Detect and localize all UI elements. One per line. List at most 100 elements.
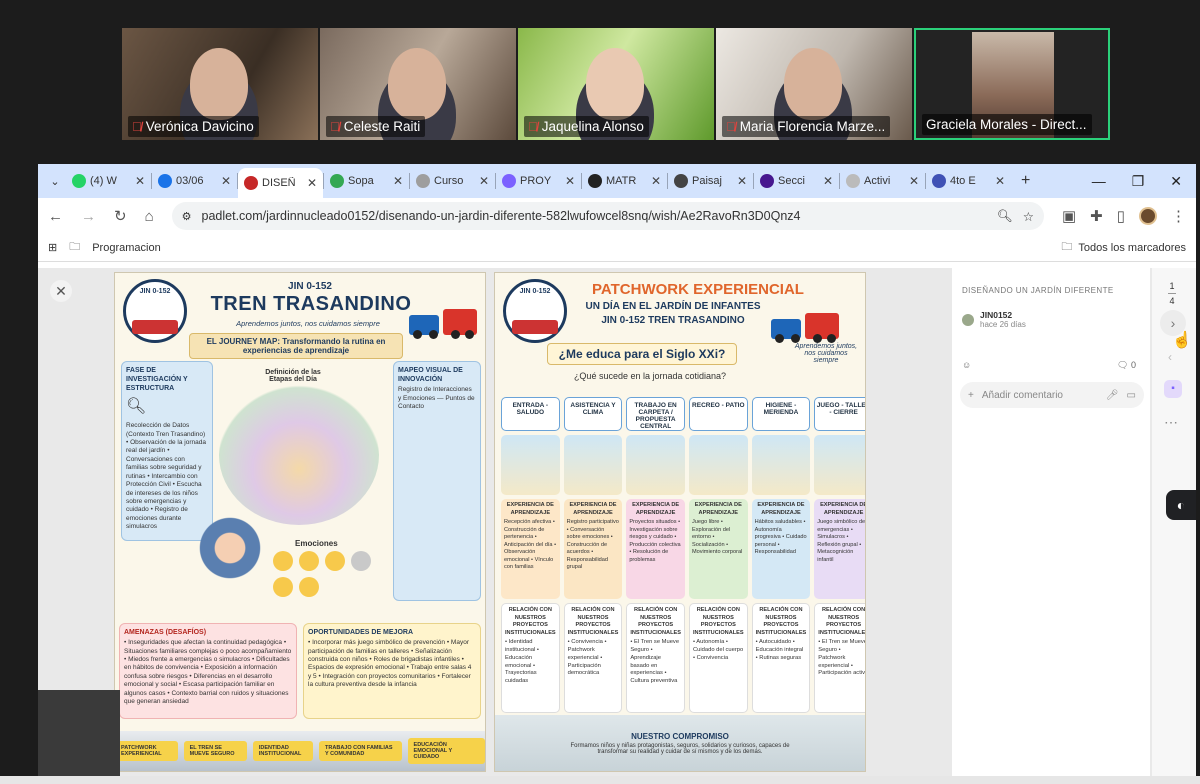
browser-tab[interactable]: PROY ✕	[496, 168, 581, 194]
new-tab-button[interactable]: +	[1011, 172, 1040, 190]
browser-tab[interactable]: Paisaj ✕	[668, 168, 753, 194]
close-tab-icon[interactable]: ✕	[565, 174, 575, 188]
browser-tab[interactable]: Sopa ✕	[324, 168, 409, 194]
poster-patchwork-experiencial[interactable]: JIN 0-152 PATCHWORK EXPERIENCIAL UN DÍA …	[494, 272, 866, 772]
column-illustration	[751, 435, 811, 495]
participant-video	[388, 48, 446, 120]
poster-tren-trasandino[interactable]: JIN 0-152 JIN 0-152 TREN TRASANDINO Apre…	[114, 272, 486, 772]
close-post-button[interactable]: ✕	[50, 280, 72, 302]
extension-icon[interactable]: ▣	[1062, 207, 1076, 225]
magnifier-icon: 🔍︎	[126, 398, 147, 416]
etapas-label: Definición de las Etapas del Día	[265, 369, 321, 383]
previous-post-button[interactable]: ‹	[1168, 350, 1172, 364]
url-text[interactable]: padlet.com/jardinnucleado0152/disenando-…	[202, 209, 987, 223]
day-column: JUEGO - TALLER - CIERRE EXPERIENCIA DE AP…	[814, 397, 865, 713]
comment-input[interactable]: + Añadir comentario 🎤︎ ▭	[960, 382, 1144, 408]
close-window-icon[interactable]: ✕	[1170, 173, 1182, 190]
minimize-icon[interactable]: —	[1092, 173, 1106, 190]
participant-tile-active-speaker[interactable]: Graciela Morales - Direct...	[914, 28, 1110, 140]
add-reaction-icon[interactable]: ☺	[962, 360, 971, 371]
tab-label: PROY	[520, 175, 552, 187]
close-tab-icon[interactable]: ✕	[221, 174, 231, 188]
tab-label: MATR	[606, 175, 637, 187]
close-tab-icon[interactable]: ✕	[651, 174, 661, 188]
experience-box: EXPERIENCIA DE APRENDIZAJE Proyectos situ…	[626, 499, 685, 599]
mouse-pointer-icon: ☝	[1172, 332, 1192, 349]
close-tab-icon[interactable]: ✕	[307, 176, 317, 190]
experience-box: EXPERIENCIA DE APRENDIZAJE Registro parti…	[563, 499, 623, 599]
comment-placeholder[interactable]: Añadir comentario	[982, 390, 1098, 401]
poster-tagline: Aprendemos juntos, nos cuidamos siempre	[794, 343, 858, 364]
tab-search-icon[interactable]: ⌄	[44, 175, 66, 188]
bookmark-star-icon[interactable]: ☆	[1023, 209, 1034, 224]
emoji-icon	[351, 551, 371, 571]
all-bookmarks[interactable]: 🗀 Todos los marcadores	[1061, 238, 1186, 257]
microphone-icon[interactable]: 🎤︎	[1106, 390, 1119, 401]
close-tab-icon[interactable]: ✕	[909, 174, 919, 188]
emociones-label: Emociones	[295, 539, 338, 548]
more-options-icon[interactable]: ⋯	[1164, 414, 1178, 431]
participant-tile[interactable]: 🎙̸ Jaquelina Alonso	[518, 28, 714, 140]
train-icon	[512, 320, 558, 334]
close-tab-icon[interactable]: ✕	[393, 174, 403, 188]
floating-widget-icon[interactable]: ◐	[1166, 490, 1196, 520]
browser-tab[interactable]: 03/06 ✕	[152, 168, 237, 194]
sidebar-icon[interactable]: ▯	[1117, 207, 1125, 225]
tab-strip: ⌄ (4) W ✕ 03/06 ✕ DISEÑ ✕ Sopa ✕ Curso ✕ PROY ✕ MATR…	[38, 164, 1196, 198]
puzzle-icon[interactable]: ✚	[1090, 207, 1103, 225]
tab-label: Sopa	[348, 175, 374, 187]
forward-icon[interactable]: →	[81, 208, 96, 225]
close-tab-icon[interactable]: ✕	[737, 174, 747, 188]
participant-tile[interactable]: 🎙̸ Celeste Raiti	[320, 28, 516, 140]
reload-icon[interactable]: ↻	[114, 207, 127, 225]
poster-footer-strip: PATCHWORK EXPERIENCIAL EL TREN SE MUEVE …	[115, 731, 485, 771]
question-subtitle: ¿Qué sucede en la jornada cotidiana?	[573, 371, 727, 381]
add-attachment-icon[interactable]: +	[968, 390, 974, 401]
column-heading: ENTRADA - SALUDO	[501, 397, 560, 431]
column-heading: HIGIENE - MERIENDA	[751, 397, 811, 431]
emoji-icon	[325, 551, 345, 571]
restore-icon[interactable]: ❐	[1132, 173, 1145, 190]
apps-grid-icon[interactable]: ⊞	[48, 241, 57, 254]
tab-list: (4) W ✕ 03/06 ✕ DISEÑ ✕ Sopa ✕ Curso ✕ PROY ✕ MATR ✕ P…	[66, 164, 1011, 198]
home-icon[interactable]: ⌂	[145, 208, 154, 225]
emotions-faces	[273, 551, 381, 597]
bookmark-folder-programacion[interactable]: Programacion	[92, 242, 160, 254]
address-bar[interactable]: ⚙ padlet.com/jardinnucleado0152/disenand…	[171, 202, 1044, 230]
tab-favicon-icon	[244, 176, 258, 190]
back-icon[interactable]: ←	[48, 208, 63, 225]
participant-tile[interactable]: 🎙̸ Maria Florencia Marze...	[716, 28, 912, 140]
participant-tile[interactable]: 🎙̸ Verónica Davicino	[122, 28, 318, 140]
menu-kebab-icon[interactable]: ⋮	[1171, 207, 1186, 225]
muted-mic-icon: 🎙̸	[528, 119, 538, 134]
participant-name-label: 🎙̸ Jaquelina Alonso	[524, 116, 649, 137]
browser-tab[interactable]: (4) W ✕	[66, 168, 151, 194]
close-tab-icon[interactable]: ✕	[823, 174, 833, 188]
tab-label: 4to E	[950, 175, 976, 187]
tab-favicon-icon	[674, 174, 688, 188]
relation-box: RELACIÓN CON NUESTROS PROYECTOS INSTITUC…	[751, 603, 811, 713]
participant-video	[586, 48, 644, 120]
browser-tab[interactable]: Activi ✕	[840, 168, 925, 194]
close-tab-icon[interactable]: ✕	[479, 174, 489, 188]
browser-tab[interactable]: 4to E ✕	[926, 168, 1011, 194]
browser-tab[interactable]: Secci ✕	[754, 168, 839, 194]
browser-tab[interactable]: Curso ✕	[410, 168, 495, 194]
zoom-icon[interactable]: 🔍︎	[997, 209, 1013, 224]
column-heading: JUEGO - TALLER - CIERRE	[814, 397, 865, 431]
participant-video	[190, 48, 248, 120]
poster-subtitle: UN DÍA EN EL JARDÍN DE INFANTES	[585, 301, 761, 312]
close-tab-icon[interactable]: ✕	[995, 174, 1005, 188]
site-info-icon[interactable]: ⚙	[182, 210, 192, 223]
browser-tab[interactable]: DISEÑ ✕	[238, 168, 323, 198]
participant-name-label: Graciela Morales - Direct...	[922, 114, 1092, 135]
browser-tab[interactable]: MATR ✕	[582, 168, 667, 194]
comment-count[interactable]: 🗨 0	[1117, 360, 1136, 371]
emoji-icon	[273, 577, 293, 597]
profile-avatar[interactable]	[1139, 207, 1157, 225]
video-icon[interactable]: ▭	[1127, 390, 1136, 401]
close-tab-icon[interactable]: ✕	[135, 174, 145, 188]
padlet-app-icon[interactable]: ▪	[1164, 380, 1182, 398]
tab-favicon-icon	[760, 174, 774, 188]
participant-name-label: 🎙̸ Verónica Davicino	[128, 116, 259, 137]
